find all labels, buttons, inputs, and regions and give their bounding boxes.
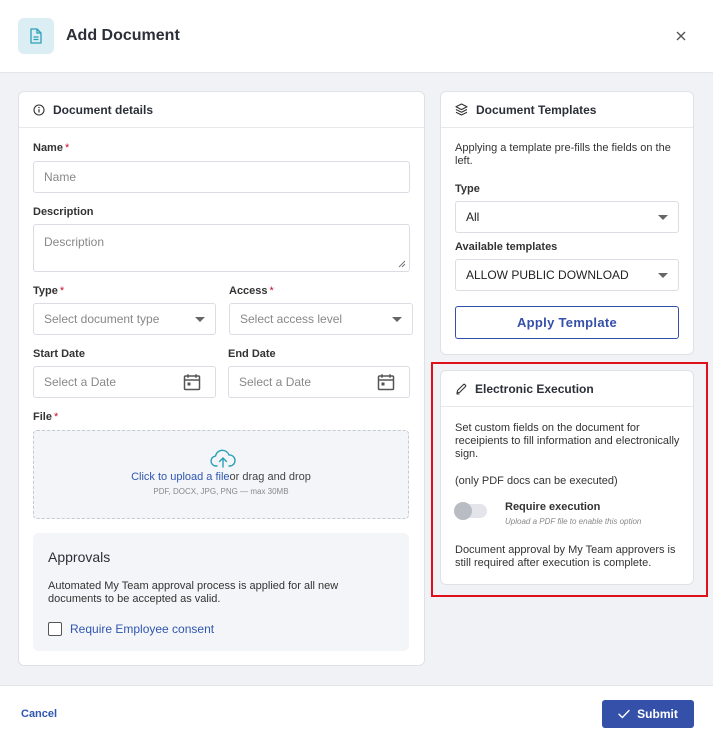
name-label: Name * [33, 142, 70, 154]
approvals-title: Approvals [48, 549, 111, 565]
end-date-input[interactable]: Select a Date [228, 366, 410, 398]
templates-intro: Applying a template pre-fills the fields… [455, 142, 671, 167]
template-type-select[interactable]: All [455, 201, 679, 233]
approvals-description: Automated My Team approval process is ap… [48, 580, 339, 605]
close-icon[interactable] [672, 27, 690, 45]
template-type-label: Type [455, 183, 480, 195]
end-date-label: End Date [228, 348, 276, 360]
required-mark: * [53, 411, 59, 423]
chevron-down-icon [392, 317, 402, 322]
upload-formats: PDF, DOCX, JPG, PNG — max 30MB [153, 487, 289, 496]
document-templates-title: Document Templates [476, 102, 597, 117]
upload-link[interactable]: Click to upload a file [131, 471, 229, 483]
access-level-select[interactable]: Select access level [229, 303, 413, 335]
employee-consent-label[interactable]: Require Employee consent [70, 622, 214, 636]
file-label: File * [33, 411, 59, 423]
access-label: Access * [229, 285, 274, 297]
document-icon [18, 18, 54, 54]
document-templates-heading: Document Templates [441, 92, 693, 128]
name-input[interactable]: Name [33, 161, 410, 193]
layers-icon [455, 103, 468, 116]
chevron-down-icon [195, 317, 205, 322]
modal-footer: Cancel Submit [0, 685, 713, 736]
required-mark: * [64, 142, 70, 154]
start-date-label: Start Date [33, 348, 85, 360]
submit-button[interactable]: Submit [602, 700, 694, 728]
required-mark: * [59, 285, 65, 297]
modal-title: Add Document [66, 27, 180, 44]
chevron-down-icon [658, 273, 668, 278]
description-textarea[interactable]: Description [33, 224, 410, 272]
document-templates-card: Document Templates Applying a template p… [440, 91, 694, 355]
approvals-section: Approvals Automated My Team approval pro… [33, 533, 409, 651]
document-details-title: Document details [53, 102, 154, 117]
info-icon [33, 103, 45, 116]
checkmark-icon [618, 709, 630, 719]
calendar-icon[interactable] [183, 373, 201, 391]
apply-template-button[interactable]: Apply Template [455, 306, 679, 339]
highlight-frame [431, 362, 708, 597]
document-details-card: Document details Name * Name Description … [18, 91, 425, 666]
employee-consent-checkbox[interactable] [48, 622, 62, 636]
modal-header: Add Document [0, 0, 713, 73]
file-dropzone[interactable]: Click to upload a fileor drag and drop P… [33, 430, 409, 519]
available-templates-select[interactable]: ALLOW PUBLIC DOWNLOAD [455, 259, 679, 291]
upload-instructions: Click to upload a fileor drag and drop [131, 471, 311, 483]
required-mark: * [269, 285, 274, 297]
start-date-input[interactable]: Select a Date [33, 366, 216, 398]
type-label: Type * [33, 285, 65, 297]
cancel-button[interactable]: Cancel [21, 708, 57, 720]
cloud-upload-icon [210, 449, 236, 468]
description-label: Description [33, 206, 94, 218]
available-templates-label: Available templates [455, 241, 558, 253]
document-details-heading: Document details [19, 92, 424, 128]
resize-grip-icon[interactable] [398, 260, 406, 268]
submit-label: Submit [637, 707, 678, 721]
calendar-icon[interactable] [377, 373, 395, 391]
document-type-select[interactable]: Select document type [33, 303, 216, 335]
chevron-down-icon [658, 215, 668, 220]
